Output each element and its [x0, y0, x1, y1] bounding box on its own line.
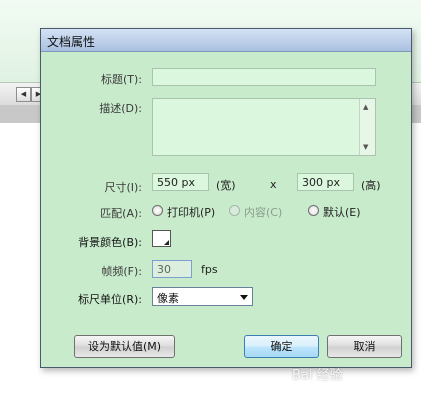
background-color-swatch[interactable] [152, 230, 171, 247]
background-color-label: 背景颜色(B): [78, 236, 142, 249]
make-default-button[interactable]: 设为默认值(M) [74, 335, 175, 358]
match-contents-radio [229, 205, 240, 216]
color-picker-arrow-icon [164, 240, 169, 245]
chevron-left-icon: ◀ [20, 90, 27, 98]
height-input[interactable]: 300 px [297, 173, 354, 191]
dialog-titlebar[interactable]: 文档属性 [41, 29, 411, 52]
dialog-title: 文档属性 [47, 35, 96, 49]
width-value: 550 px [157, 176, 195, 189]
match-contents-label: 内容(C) [244, 206, 283, 219]
frame-rate-value: 30 [157, 263, 171, 276]
title-input[interactable] [152, 68, 376, 86]
description-label: 描述(D): [99, 102, 142, 115]
frame-rate-label: 帧频(F): [101, 265, 142, 278]
match-default-label[interactable]: 默认(E) [323, 204, 361, 220]
title-label: 标题(T): [100, 73, 142, 86]
cancel-button[interactable]: 取消 [327, 335, 402, 358]
chevron-down-icon [240, 295, 248, 300]
watermark: Bai 经验 [292, 368, 343, 383]
match-label: 匹配(A): [100, 207, 142, 220]
ruler-units-label: 标尺单位(R): [78, 293, 142, 306]
description-textarea[interactable]: ▲ ▼ [152, 98, 376, 156]
match-printer-radio[interactable] [152, 205, 163, 216]
scroll-left-button[interactable]: ◀ [16, 87, 31, 102]
frame-rate-unit: fps [201, 263, 218, 276]
ok-button[interactable]: 确定 [244, 335, 319, 358]
width-input[interactable]: 550 px [152, 173, 209, 191]
ruler-units-value: 像素 [157, 292, 179, 305]
description-scrollbar[interactable]: ▲ ▼ [359, 99, 375, 155]
width-unit-label: (宽) [216, 179, 236, 192]
scroll-up-icon[interactable]: ▲ [363, 103, 368, 111]
size-separator: x [270, 178, 277, 191]
match-default-radio[interactable] [308, 205, 319, 216]
ruler-units-select[interactable]: 像素 [152, 287, 253, 306]
height-value: 300 px [302, 176, 340, 189]
frame-rate-input[interactable]: 30 [152, 260, 192, 278]
height-unit-label: (高) [361, 179, 381, 192]
scroll-down-icon[interactable]: ▼ [363, 143, 368, 151]
size-label: 尺寸(I): [104, 181, 142, 194]
match-printer-label[interactable]: 打印机(P) [167, 204, 215, 220]
document-properties-dialog: 文档属性 标题(T): 描述(D): ▲ ▼ 尺寸(I): 550 px (宽)… [40, 28, 412, 368]
